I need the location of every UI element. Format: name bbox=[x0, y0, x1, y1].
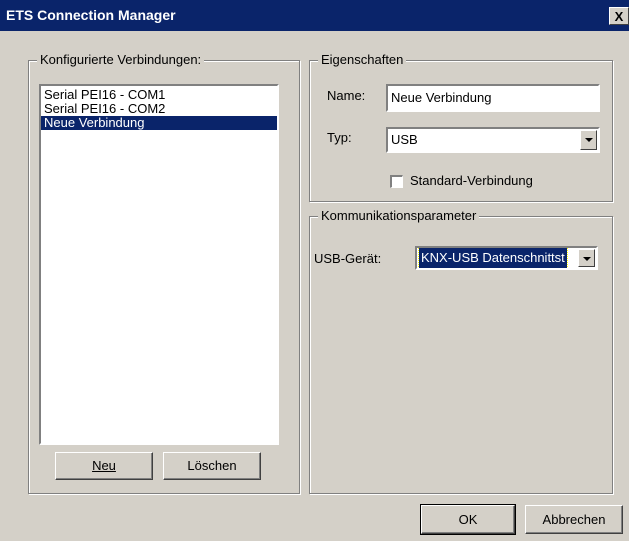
name-label: Name: bbox=[327, 88, 366, 103]
cancel-button-label: Abbrechen bbox=[542, 512, 606, 527]
chevron-down-icon[interactable] bbox=[578, 249, 595, 267]
close-icon: X bbox=[614, 9, 624, 24]
connection-manager-window: ETS Connection Manager X Konfigurierte V… bbox=[0, 0, 629, 541]
delete-button[interactable]: Löschen bbox=[163, 452, 261, 480]
connections-legend: Konfigurierte Verbindungen: bbox=[37, 52, 205, 67]
list-item[interactable]: Serial PEI16 - COM2 bbox=[41, 102, 277, 116]
usb-device-value: KNX-USB Datenschnittst bbox=[418, 248, 568, 268]
title-bar: ETS Connection Manager X bbox=[0, 0, 629, 31]
new-button-label: Neu bbox=[92, 458, 116, 473]
communication-group: Kommunikationsparameter USB-Gerät: KNX-U… bbox=[309, 208, 613, 494]
properties-legend: Eigenschaften bbox=[318, 52, 407, 67]
standard-connection-checkbox[interactable] bbox=[390, 175, 403, 188]
delete-button-label: Löschen bbox=[187, 458, 237, 473]
ok-button[interactable]: OK bbox=[420, 504, 516, 535]
type-label: Typ: bbox=[327, 130, 352, 145]
window-title: ETS Connection Manager bbox=[6, 7, 176, 23]
usb-device-select[interactable]: KNX-USB Datenschnittst bbox=[415, 246, 598, 270]
name-field[interactable]: Neue Verbindung bbox=[386, 84, 600, 112]
communication-legend: Kommunikationsparameter bbox=[318, 208, 480, 223]
name-value: Neue Verbindung bbox=[391, 90, 492, 105]
new-button[interactable]: Neu bbox=[55, 452, 153, 480]
ok-button-label: OK bbox=[458, 512, 478, 527]
connections-listbox[interactable]: Serial PEI16 - COM1 Serial PEI16 - COM2 … bbox=[39, 84, 279, 445]
properties-group: Eigenschaften Name: Neue Verbindung Typ:… bbox=[309, 52, 613, 202]
connections-group: Konfigurierte Verbindungen: Serial PEI16… bbox=[28, 52, 300, 494]
list-item[interactable]: Neue Verbindung bbox=[41, 116, 277, 130]
type-value: USB bbox=[391, 132, 418, 147]
cancel-button[interactable]: Abbrechen bbox=[525, 505, 623, 534]
usb-device-label: USB-Gerät: bbox=[314, 251, 382, 266]
list-item[interactable]: Serial PEI16 - COM1 bbox=[41, 88, 277, 102]
chevron-down-icon[interactable] bbox=[580, 130, 597, 150]
type-select[interactable]: USB bbox=[386, 127, 600, 153]
close-button[interactable]: X bbox=[609, 7, 629, 25]
standard-connection-label[interactable]: Standard-Verbindung bbox=[410, 173, 533, 188]
